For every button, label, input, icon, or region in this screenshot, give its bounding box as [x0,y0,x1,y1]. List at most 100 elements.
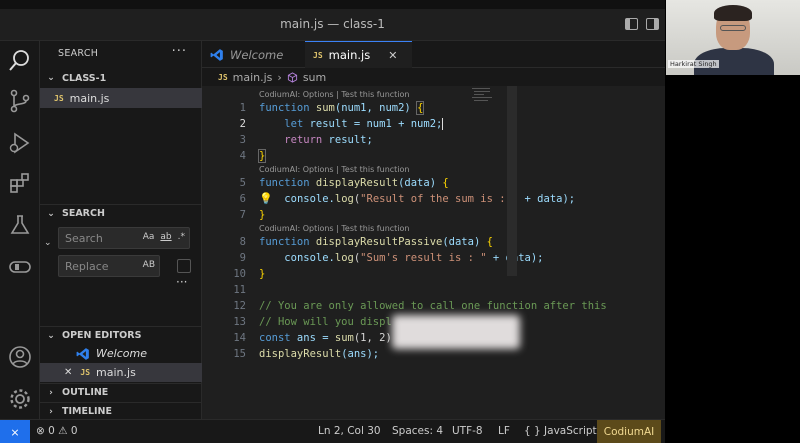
presenter-name: Harkirat Singh [668,60,719,68]
chevron-right-icon: › [49,387,53,398]
search-details-dots-icon[interactable]: ··· [176,275,187,289]
open-editor-label: Welcome [96,347,147,360]
match-whole-word-toggle[interactable]: ab [160,232,171,242]
open-editor-welcome[interactable]: Welcome [40,344,202,363]
open-editor-main-js[interactable]: ✕ JS main.js [40,363,202,382]
search-input[interactable]: Search Aa ab .* [58,227,190,249]
close-icon[interactable]: ✕ [64,367,72,378]
search-placeholder: Search [65,231,103,245]
run-debug-icon[interactable] [8,131,32,155]
search-icon[interactable] [8,49,32,73]
replace-input[interactable]: Replace AB [58,255,160,277]
close-icon[interactable]: ✕ [388,49,397,62]
use-regex-toggle[interactable]: .* [178,232,185,242]
outline-title: OUTLINE [62,387,109,398]
code-line: function displayResult(data) { [259,177,449,189]
codium-codelens[interactable]: CodiumAI: Options | Test this function [259,90,409,99]
sidebar-title: SEARCH [58,48,99,59]
codium-codelens[interactable]: CodiumAI: Options | Test this function [259,165,409,174]
vscode-icon [210,48,223,61]
more-actions-icon[interactable]: ··· [172,44,187,59]
settings-gear-icon[interactable] [8,387,32,411]
search-section-title: SEARCH [62,208,105,219]
code-line: console.log("Result of the sum is : " + … [284,193,576,205]
line-number: 10 [233,268,246,280]
tab-label: main.js [328,48,371,62]
search-sidebar: SEARCH ··· ⌄ CLASS-1 JS main.js ⌄ SEARCH… [40,41,202,419]
breadcrumb-symbol[interactable]: sum [303,71,326,84]
line-number: 12 [233,300,246,312]
line-number: 8 [239,236,246,248]
folder-name: CLASS-1 [62,72,107,84]
account-icon[interactable] [8,345,32,369]
chevron-down-icon: ⌄ [47,330,55,341]
line-number: 15 [233,348,246,360]
line-number: 9 [239,252,246,264]
line-number: 4 [239,150,246,162]
method-cube-icon [287,72,297,83]
extensions-icon[interactable] [8,171,32,195]
window-title: main.js — class-1 [280,17,385,31]
code-line: return result; [284,134,373,146]
code-line: function sum(num1, num2) { [259,101,425,115]
js-file-icon: JS [218,73,228,82]
line-number: 11 [233,284,246,296]
line-number: 3 [239,134,246,146]
replace-placeholder: Replace [65,259,109,273]
editor-scrollbar[interactable] [507,86,517,276]
code-line: } [259,268,266,280]
open-editors-header[interactable]: ⌄ OPEN EDITORS [40,326,202,344]
toggle-replace-chevron-icon[interactable]: ⌄ [44,238,52,248]
line-number: 14 [233,332,246,344]
code-line: } [259,209,266,221]
line-number: 7 [239,209,246,221]
chevron-right-icon: › [49,406,53,417]
tab-main-js[interactable]: JS main.js ✕ [305,41,412,68]
codium-codelens[interactable]: CodiumAI: Options | Test this function [259,224,409,233]
open-editor-label: main.js [96,366,136,379]
outline-section-header[interactable]: › OUTLINE [40,383,202,401]
blurred-redaction [392,315,520,349]
toggle-secondary-sidebar-icon[interactable] [646,18,659,30]
line-number: 2 [239,118,246,130]
chevron-down-icon: ⌄ [47,73,55,83]
file-item-main-js[interactable]: JS main.js [40,88,202,108]
activity-bar [0,41,40,419]
end-of-line[interactable]: LF [498,425,510,437]
js-file-icon: JS [80,368,91,377]
minimap[interactable] [470,86,500,106]
js-file-icon: JS [313,50,323,60]
line-number: 1 [239,102,246,114]
code-line: // How will you displ [259,316,392,328]
toggle-primary-sidebar-icon[interactable] [625,18,638,30]
problems-count[interactable]: ⊗ 0 ⚠ 0 [36,425,78,437]
codium-status-button[interactable]: CodiumAI [597,420,661,443]
code-line: console.log("Sum's result is : " + data)… [284,252,544,264]
macos-menubar [0,0,665,9]
code-line: let result = num1 + num2; [284,118,444,130]
open-editors-title: OPEN EDITORS [62,330,142,341]
match-case-toggle[interactable]: Aa [143,232,155,242]
remote-indicator-icon[interactable]: ⨯ [0,420,30,443]
folder-section-header[interactable]: ⌄ CLASS-1 [40,69,202,87]
tab-welcome[interactable]: Welcome [202,41,305,68]
search-section-header[interactable]: ⌄ SEARCH [40,204,202,222]
code-line: const ans = sum(1, 2) [259,332,392,344]
remote-explorer-icon[interactable] [8,255,32,279]
replace-all-icon[interactable] [177,259,191,273]
breadcrumb-file[interactable]: main.js [233,71,273,84]
breadcrumb: JS main.js › sum [218,71,326,84]
testing-flask-icon[interactable] [8,213,32,237]
title-bar: main.js — class-1 [0,9,665,41]
timeline-section-header[interactable]: › TIMELINE [40,402,202,420]
language-mode[interactable]: { } JavaScript [524,425,597,437]
vscode-window: main.js — class-1 SEARCH ··· ⌄ CLASS-1 J… [0,0,665,443]
indentation[interactable]: Spaces: 4 [392,425,443,437]
code-editor[interactable]: CodiumAI: Options | Test this function 1… [202,86,665,419]
source-control-icon[interactable] [8,89,32,113]
preserve-case-toggle[interactable]: AB [143,260,155,270]
editor-tabs: Welcome JS main.js ✕ [202,41,665,68]
file-encoding[interactable]: UTF-8 [452,425,483,437]
vscode-icon [76,347,89,360]
cursor-position[interactable]: Ln 2, Col 30 [318,425,381,437]
